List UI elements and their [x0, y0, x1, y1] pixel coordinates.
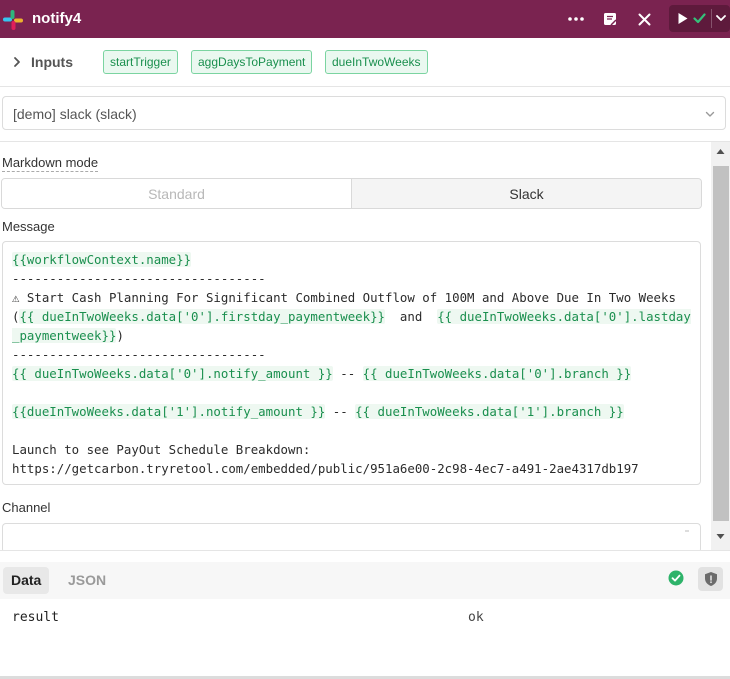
resource-select-value: [demo] slack (slack): [13, 106, 137, 122]
slack-logo-icon: [3, 10, 23, 30]
tab-data[interactable]: Data: [3, 567, 50, 594]
message-line: ----------------------------------: [12, 271, 266, 286]
chevron-down-icon: [705, 111, 715, 117]
message-label: Message: [2, 219, 55, 234]
markdown-mode-slack[interactable]: Slack: [352, 179, 701, 208]
result-tabs: Data JSON: [0, 562, 730, 599]
run-button-group: [669, 5, 730, 32]
close-icon[interactable]: [633, 9, 655, 29]
result-key: result: [12, 610, 59, 625]
shield-icon: [704, 572, 717, 586]
input-chip[interactable]: aggDaysToPayment: [191, 50, 313, 74]
message-text: --: [332, 366, 363, 381]
divider: [0, 141, 730, 142]
markdown-mode-label: Markdown mode: [2, 155, 99, 172]
message-line: Launch to see PayOut Schedule Breakdown:: [12, 442, 311, 457]
title-bar: notify4: [0, 0, 730, 38]
input-chip[interactable]: dueInTwoWeeks: [325, 50, 428, 74]
scroll-down-arrow-icon[interactable]: [716, 533, 725, 540]
scroll-up-arrow-icon[interactable]: [716, 148, 725, 155]
result-value: ok: [468, 610, 484, 625]
resource-select[interactable]: [demo] slack (slack): [2, 96, 726, 130]
message-editor[interactable]: {{workflowContext.name}} ---------------…: [2, 241, 701, 485]
chevron-right-icon[interactable]: [11, 56, 23, 68]
message-text: and: [385, 309, 438, 324]
inputs-label[interactable]: Inputs: [31, 54, 73, 70]
template-expression: {{ dueInTwoWeeks.data['0'].firstday_paym…: [19, 309, 385, 324]
markdown-mode-toggle: Standard Slack: [1, 178, 702, 209]
success-check-icon: [668, 570, 684, 586]
channel-select[interactable]: [2, 523, 701, 553]
template-expression: {{ dueInTwoWeeks.data['1'].branch }}: [355, 404, 624, 419]
template-expression: {{dueInTwoWeeks.data['1'].notify_amount …: [12, 404, 326, 419]
tab-json[interactable]: JSON: [60, 567, 114, 594]
scrollbar-thumb[interactable]: [713, 166, 729, 521]
more-icon[interactable]: [565, 9, 587, 29]
check-icon: [693, 13, 706, 24]
block-title[interactable]: notify4: [32, 10, 81, 27]
play-icon[interactable]: [677, 12, 689, 25]
edit-note-icon[interactable]: [599, 9, 621, 29]
shield-button[interactable]: [698, 567, 723, 591]
message-line: ----------------------------------: [12, 347, 266, 362]
channel-label: Channel: [2, 500, 51, 515]
template-expression: {{ dueInTwoWeeks.data['0'].branch }}: [362, 366, 632, 381]
chevron-down-icon[interactable]: [716, 15, 726, 22]
template-expression: {{ dueInTwoWeeks.data['0'].notify_amount…: [12, 366, 333, 381]
panel-divider[interactable]: [0, 550, 730, 562]
markdown-mode-standard[interactable]: Standard: [2, 179, 352, 208]
inputs-row: Inputs startTrigger aggDaysToPayment due…: [0, 38, 730, 87]
message-text: ): [116, 328, 124, 343]
template-expression: {{workflowContext.name}}: [12, 252, 192, 267]
resize-handle-icon: [685, 530, 689, 532]
message-line: https://getcarbon.tryretool.com/embedded…: [12, 461, 639, 476]
input-chip[interactable]: startTrigger: [103, 50, 178, 74]
message-text: --: [325, 404, 356, 419]
